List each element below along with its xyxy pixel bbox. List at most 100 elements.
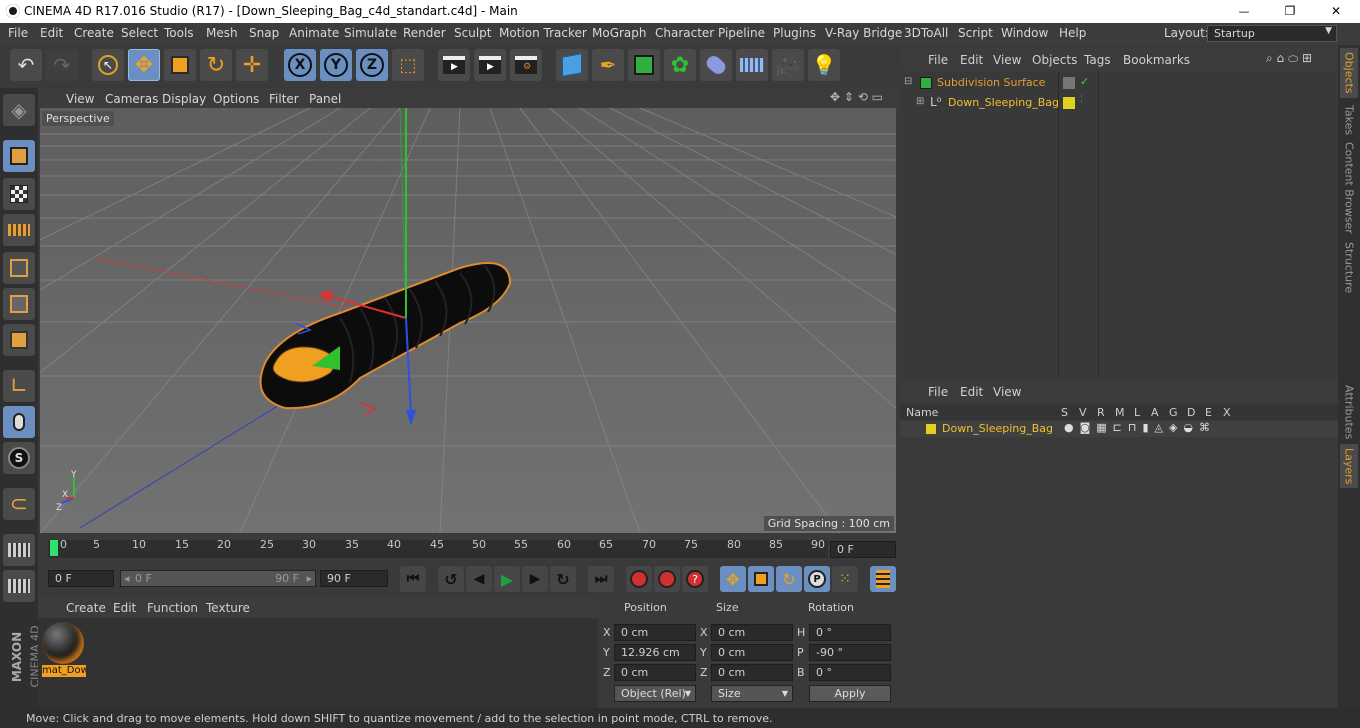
tweak-mode-button[interactable] bbox=[3, 406, 35, 438]
viewport-menu-cameras[interactable]: Cameras bbox=[105, 92, 158, 106]
next-frame-button[interactable]: ▶ bbox=[522, 566, 548, 592]
viewport-menu-filter[interactable]: Filter bbox=[269, 92, 299, 106]
record-point-level-button[interactable]: ⁙ bbox=[832, 566, 858, 592]
menu-character[interactable]: Character bbox=[655, 26, 714, 40]
points-mode-button[interactable] bbox=[3, 252, 35, 284]
size-mode-dropdown[interactable]: Size ▼ bbox=[711, 685, 793, 702]
material-menu-create[interactable]: Create bbox=[66, 601, 106, 615]
play-button[interactable]: ▶ bbox=[494, 566, 520, 592]
menu-window[interactable]: Window bbox=[1001, 26, 1048, 40]
object-menu-edit[interactable]: Edit bbox=[960, 53, 983, 67]
menu-mesh[interactable]: Mesh bbox=[206, 26, 238, 40]
workplane-align-button[interactable] bbox=[3, 570, 35, 602]
texture-mode-button[interactable] bbox=[3, 178, 35, 210]
menu-pipeline[interactable]: Pipeline bbox=[718, 26, 765, 40]
undo-button[interactable]: ↶ bbox=[10, 49, 42, 81]
z-axis-lock-button[interactable]: Z bbox=[356, 49, 388, 81]
menu-plugins[interactable]: Plugins bbox=[773, 26, 816, 40]
layer-menu-file[interactable]: File bbox=[928, 385, 948, 399]
end-frame-field[interactable]: 90 F bbox=[320, 570, 388, 587]
previous-key-button[interactable]: ↺ bbox=[438, 566, 464, 592]
menu-script[interactable]: Script bbox=[958, 26, 993, 40]
tab-layers[interactable]: Layers bbox=[1340, 444, 1358, 488]
current-frame-field[interactable]: 0 F bbox=[830, 541, 896, 558]
menu-simulate[interactable]: Simulate bbox=[344, 26, 397, 40]
menu-vray-bridge[interactable]: V-Ray Bridge bbox=[825, 26, 902, 40]
cube-object-button[interactable] bbox=[556, 49, 588, 81]
object-menu-tags[interactable]: Tags bbox=[1084, 53, 1111, 67]
menu-file[interactable]: File bbox=[8, 26, 28, 40]
tab-objects[interactable]: Objects bbox=[1340, 48, 1358, 98]
snap-button[interactable]: S bbox=[3, 442, 35, 474]
tab-takes[interactable]: Takes bbox=[1340, 100, 1358, 140]
render-settings-button[interactable]: ⚙ bbox=[510, 49, 542, 81]
menu-create[interactable]: Create bbox=[74, 26, 114, 40]
menu-motion-tracker[interactable]: Motion Tracker bbox=[499, 26, 587, 40]
object-menu-view[interactable]: View bbox=[993, 53, 1021, 67]
position-x-field[interactable]: 0 cm bbox=[614, 624, 696, 641]
previous-frame-button[interactable]: ◀ bbox=[466, 566, 492, 592]
menu-mograph[interactable]: MoGraph bbox=[592, 26, 647, 40]
maximize-button[interactable]: ❐ bbox=[1272, 1, 1308, 21]
rotation-h-field[interactable]: 0 ° bbox=[809, 624, 891, 641]
scale-tool-button[interactable] bbox=[164, 49, 196, 81]
coordinate-mode-dropdown[interactable]: Object (Rel) ▼ bbox=[614, 685, 696, 702]
tab-content-browser[interactable]: Content Browser bbox=[1340, 142, 1358, 234]
layer-menu-edit[interactable]: Edit bbox=[960, 385, 983, 399]
object-menu-bookmarks[interactable]: Bookmarks bbox=[1123, 53, 1190, 67]
light-object-button[interactable]: 💡 bbox=[808, 49, 840, 81]
viewport-menu-display[interactable]: Display bbox=[162, 92, 206, 106]
deformer-button[interactable] bbox=[700, 49, 732, 81]
x-axis-lock-button[interactable]: X bbox=[284, 49, 316, 81]
record-scale-button[interactable] bbox=[748, 566, 774, 592]
viewport-menu-options[interactable]: Options bbox=[213, 92, 259, 106]
transform-tool-button[interactable]: ✛ bbox=[236, 49, 268, 81]
menu-tools[interactable]: Tools bbox=[164, 26, 194, 40]
object-row-down-sleeping-bag[interactable]: ⊞ L⁰ Down_Sleeping_Bag ⁚ bbox=[900, 94, 1338, 112]
menu-snap[interactable]: Snap bbox=[249, 26, 279, 40]
redo-button[interactable]: ↷ bbox=[46, 49, 78, 81]
edges-mode-button[interactable] bbox=[3, 288, 35, 320]
menu-render[interactable]: Render bbox=[403, 26, 446, 40]
perspective-viewport[interactable]: Perspective Y X Z Grid Spacing : 100 cm bbox=[40, 108, 896, 533]
rotation-p-field[interactable]: -90 ° bbox=[809, 644, 891, 661]
menu-select[interactable]: Select bbox=[121, 26, 158, 40]
object-menu-file[interactable]: File bbox=[928, 53, 948, 67]
magnet-button[interactable]: ⊂ bbox=[3, 488, 35, 520]
size-x-field[interactable]: 0 cm bbox=[711, 624, 793, 641]
coordinate-system-button[interactable]: ⬚ bbox=[392, 49, 424, 81]
workplane-lock-button[interactable] bbox=[3, 534, 35, 566]
frame-range-slider[interactable]: ◂ 0 F 90 F ▸ bbox=[120, 570, 316, 587]
object-row-subdivision-surface[interactable]: ⊟ Subdivision Surface ✓ bbox=[900, 74, 1338, 92]
rotate-tool-button[interactable]: ↻ bbox=[200, 49, 232, 81]
live-selection-button[interactable]: ↖ bbox=[92, 49, 124, 81]
minimize-button[interactable]: — bbox=[1226, 1, 1262, 21]
tab-attributes[interactable]: Attributes bbox=[1340, 382, 1358, 442]
menu-3dtoall[interactable]: 3DToAll bbox=[904, 26, 948, 40]
keyframe-selection-button[interactable]: ? bbox=[682, 566, 708, 592]
position-z-field[interactable]: 0 cm bbox=[614, 664, 696, 681]
layer-menu-view[interactable]: View bbox=[993, 385, 1021, 399]
material-menu-texture[interactable]: Texture bbox=[206, 601, 250, 615]
record-rotation-button[interactable]: ↻ bbox=[776, 566, 802, 592]
menu-edit[interactable]: Edit bbox=[40, 26, 63, 40]
position-y-field[interactable]: 12.926 cm bbox=[614, 644, 696, 661]
make-editable-button[interactable]: ◈ bbox=[3, 94, 35, 126]
go-to-start-button[interactable]: ⏮ bbox=[400, 566, 426, 592]
workplane-mode-button[interactable] bbox=[3, 214, 35, 246]
go-to-end-button[interactable]: ⏭ bbox=[588, 566, 614, 592]
next-key-button[interactable]: ↻ bbox=[550, 566, 576, 592]
record-position-button[interactable]: ✥ bbox=[720, 566, 746, 592]
render-view-button[interactable]: ▶ bbox=[438, 49, 470, 81]
tab-structure[interactable]: Structure bbox=[1340, 238, 1358, 298]
model-mode-button[interactable] bbox=[3, 140, 35, 172]
material-swatch[interactable]: mat_Dow bbox=[42, 622, 86, 678]
axis-mode-button[interactable]: ∟ bbox=[3, 370, 35, 402]
subdivision-surface-button[interactable] bbox=[628, 49, 660, 81]
size-y-field[interactable]: 0 cm bbox=[711, 644, 793, 661]
mograph-cloner-button[interactable]: ✿ bbox=[664, 49, 696, 81]
menu-sculpt[interactable]: Sculpt bbox=[454, 26, 491, 40]
menu-animate[interactable]: Animate bbox=[289, 26, 339, 40]
object-menu-objects[interactable]: Objects bbox=[1032, 53, 1077, 67]
layout-dropdown[interactable]: Startup ▼ bbox=[1207, 25, 1337, 42]
